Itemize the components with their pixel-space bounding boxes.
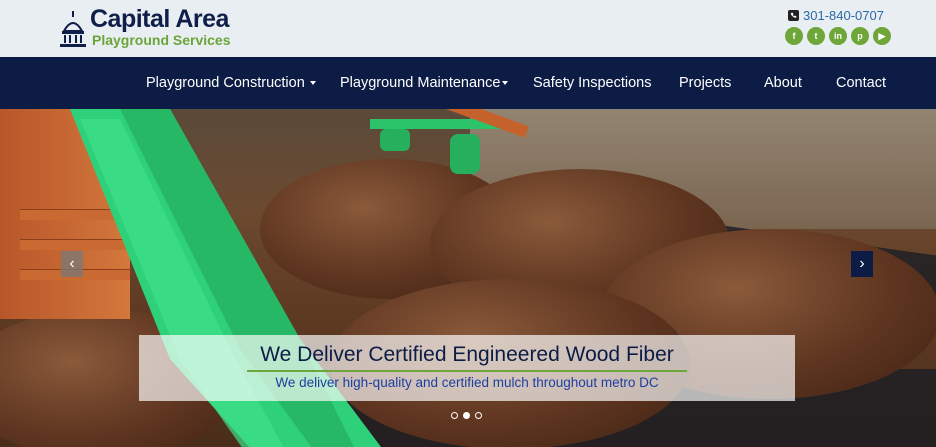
- linkedin-icon[interactable]: in: [829, 27, 847, 45]
- nav-label: About: [764, 75, 802, 91]
- hero-title: We Deliver Certified Engineered Wood Fib…: [260, 343, 674, 366]
- carousel-prev-button[interactable]: ‹: [61, 251, 83, 277]
- chevron-left-icon: ‹: [69, 255, 75, 272]
- carousel-dot-active[interactable]: [463, 412, 470, 419]
- brand-subtitle: Playground Services: [92, 32, 231, 48]
- capitol-dome-icon: [60, 11, 86, 47]
- carousel-next-button[interactable]: ›: [851, 251, 873, 277]
- caret-down-icon: [502, 81, 509, 86]
- nav-item-projects[interactable]: Projects: [679, 57, 731, 109]
- hero-caption: We Deliver Certified Engineered Wood Fib…: [139, 335, 795, 401]
- youtube-icon[interactable]: ▶: [873, 27, 891, 45]
- phone-contact[interactable]: 301-840-0707: [788, 7, 884, 23]
- pinterest-icon[interactable]: p: [851, 27, 869, 45]
- carousel-indicators: [451, 412, 482, 419]
- hero-subtitle: We deliver high-quality and certified mu…: [275, 375, 659, 390]
- nav-label: Playground Construction: [146, 75, 305, 91]
- carousel-dot[interactable]: [451, 412, 458, 419]
- hero-swing: [370, 109, 530, 174]
- phone-number[interactable]: 301-840-0707: [803, 8, 884, 23]
- twitter-icon[interactable]: t: [807, 27, 825, 45]
- nav-label: Safety Inspections: [533, 75, 652, 91]
- hero-carousel: ‹ › We Deliver Certified Engineered Wood…: [0, 109, 936, 447]
- carousel-dot[interactable]: [475, 412, 482, 419]
- nav-label: Contact: [836, 75, 886, 91]
- nav-item-safety-inspections[interactable]: Safety Inspections: [533, 57, 652, 109]
- chevron-right-icon: ›: [859, 255, 865, 272]
- caret-down-icon: [309, 81, 316, 86]
- phone-icon: [788, 9, 799, 21]
- title-underline: [247, 370, 687, 372]
- brand-title: Capital Area: [90, 5, 229, 33]
- social-links: f t in p ▶: [785, 27, 891, 45]
- nav-item-about[interactable]: About: [764, 57, 802, 109]
- header-bar: Capital Area Playground Services 301-840…: [0, 0, 936, 57]
- main-nav: Playground Construction Playground Maint…: [0, 57, 936, 109]
- nav-label: Projects: [679, 75, 732, 91]
- nav-item-contact[interactable]: Contact: [836, 57, 886, 109]
- nav-label: Playground Maintenance: [340, 75, 501, 91]
- site-logo[interactable]: Capital Area Playground Services: [56, 5, 244, 51]
- nav-item-playground-maintenance[interactable]: Playground Maintenance: [340, 57, 509, 109]
- nav-item-playground-construction[interactable]: Playground Construction: [146, 57, 316, 109]
- facebook-icon[interactable]: f: [785, 27, 803, 45]
